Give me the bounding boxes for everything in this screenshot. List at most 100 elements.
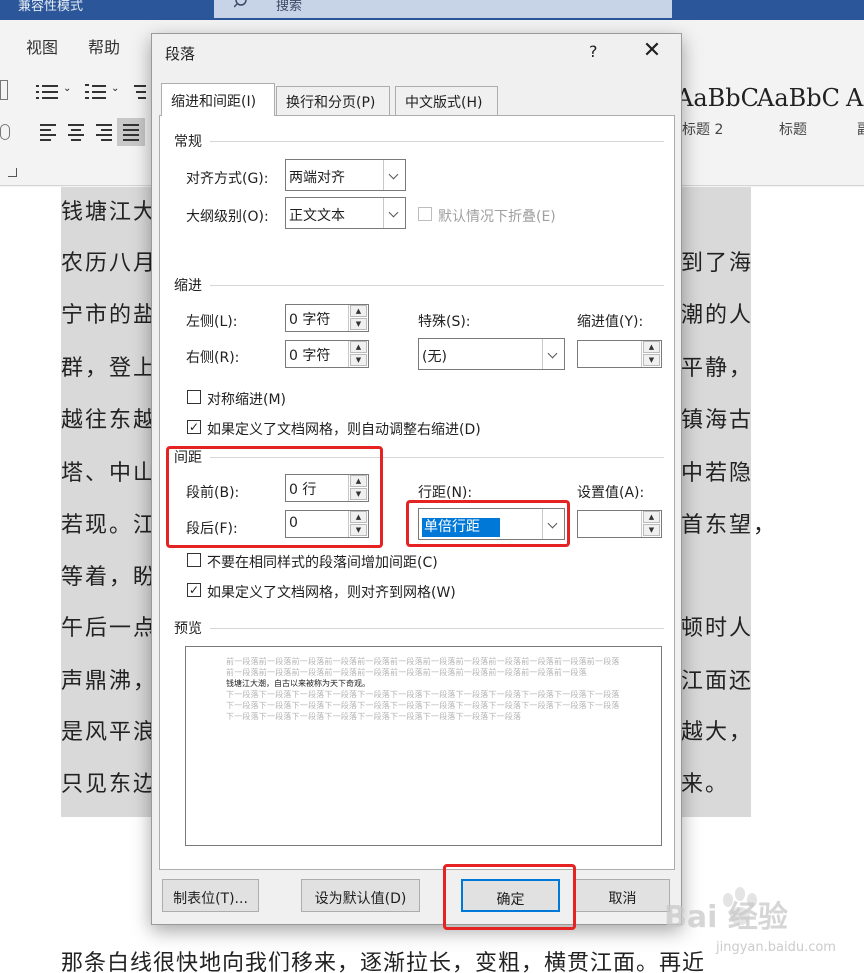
chevron-down-icon[interactable] xyxy=(542,339,564,369)
chevron-down-icon[interactable] xyxy=(383,160,405,190)
watermark-url: jingyan.baidu.com xyxy=(716,940,836,955)
doc-line: 那条白线很快地向我们移来，逐渐拉长，变粗，横贯江面。再近 xyxy=(61,951,706,973)
divider xyxy=(210,285,664,286)
outline-level-value: 正文文本 xyxy=(289,208,345,224)
menu-help[interactable]: 帮助 xyxy=(88,34,120,58)
doc-line: 钱塘江大 xyxy=(61,200,158,225)
doc-line-fragment: 到了海 xyxy=(681,251,754,276)
chevron-down-icon[interactable] xyxy=(383,198,405,228)
spin-down-icon[interactable]: ▼ xyxy=(350,318,367,330)
doc-line-fragment: 潮的人 xyxy=(681,303,754,328)
style-title-label[interactable]: 标题 xyxy=(779,119,807,139)
bullets-icon[interactable] xyxy=(36,82,58,102)
doc-line-fragment: 江面还 xyxy=(681,669,754,694)
watermark-text: Bai 经验 xyxy=(664,900,788,935)
multilevel-list-icon[interactable] xyxy=(130,82,146,102)
menu-view[interactable]: 视图 xyxy=(26,34,58,58)
align-center-icon[interactable] xyxy=(64,122,86,142)
special-indent-label: 特殊(S): xyxy=(418,314,471,330)
doc-line: 只见东边 xyxy=(61,772,158,797)
mirror-indents-checkbox[interactable] xyxy=(187,390,201,404)
special-indent-select[interactable]: (无) xyxy=(418,338,565,370)
doc-line-fragment: 越大， xyxy=(681,720,754,745)
ribbon-clipped-icon-2[interactable] xyxy=(0,124,10,140)
spin-down-icon[interactable]: ▼ xyxy=(643,354,660,366)
auto-adjust-indent-label: 如果定义了文档网格，则自动调整右缩进(D) xyxy=(207,422,481,438)
doc-line: 农历八月 xyxy=(61,251,158,276)
set-as-default-button[interactable]: 设为默认值(D) xyxy=(301,879,420,912)
style-title-sample[interactable]: AaBbC xyxy=(757,84,840,112)
doc-line-fragment: 来。 xyxy=(681,772,730,797)
search-icon xyxy=(234,0,247,8)
divider xyxy=(210,628,664,629)
mirror-indents-label: 对称缩进(M) xyxy=(207,392,287,408)
special-indent-value: (无) xyxy=(422,349,447,365)
doc-line-fragment: 平静， xyxy=(681,356,754,381)
align-left-icon[interactable] xyxy=(36,122,58,142)
annotation-box-ok xyxy=(443,864,576,930)
doc-line: 等着，盼 xyxy=(61,565,158,590)
indent-left-spinner[interactable]: 0 字符 ▲ ▼ xyxy=(285,304,369,332)
alignment-value: 两端对齐 xyxy=(289,170,345,186)
close-icon[interactable]: ✕ xyxy=(640,40,664,64)
no-space-same-style-checkbox[interactable] xyxy=(187,553,201,567)
indent-right-spinner[interactable]: 0 字符 ▲ ▼ xyxy=(285,340,369,368)
tabs-button[interactable]: 制表位(T)... xyxy=(162,879,259,912)
spacing-at-label: 设置值(A): xyxy=(577,485,645,501)
search-box[interactable]: 搜索 xyxy=(214,0,672,18)
justify-icon[interactable] xyxy=(117,118,145,146)
chevron-down-icon[interactable]: ⌄ xyxy=(111,83,119,94)
indent-by-spinner[interactable]: ▲ ▼ xyxy=(577,340,662,368)
tab-line-page-breaks[interactable]: 换行和分页(P) xyxy=(276,86,390,115)
title-bar: 兼容性模式 搜索 xyxy=(0,0,864,20)
indent-left-value: 0 字符 xyxy=(289,312,331,328)
annotation-box-spacing xyxy=(166,446,383,548)
preview-current-paragraph: 钱塘江大潮，自古以来被称为天下奇观。 xyxy=(226,679,370,688)
ribbon-clipped-icon[interactable] xyxy=(0,80,8,100)
indent-right-label: 右侧(R): xyxy=(186,350,240,366)
style-heading2-sample[interactable]: AaBbC xyxy=(676,84,759,112)
collapse-label: 默认情况下折叠(E) xyxy=(438,209,556,225)
spin-up-icon[interactable]: ▲ xyxy=(643,511,660,523)
doc-line: 塔、中山 xyxy=(61,461,158,486)
indent-right-value: 0 字符 xyxy=(289,348,331,364)
snap-to-grid-label: 如果定义了文档网格，则对齐到网格(W) xyxy=(207,585,456,601)
alignment-select[interactable]: 两端对齐 xyxy=(285,159,406,191)
snap-to-grid-checkbox[interactable]: ✓ xyxy=(187,583,201,597)
help-button[interactable]: ? xyxy=(589,42,598,61)
doc-line-fragment: 顿时人 xyxy=(681,616,754,641)
align-right-icon[interactable] xyxy=(92,122,114,142)
divider xyxy=(210,141,664,142)
auto-adjust-indent-checkbox[interactable]: ✓ xyxy=(187,420,201,434)
style-subtitle-sample[interactable]: A xyxy=(846,84,863,112)
doc-line: 宁市的盐 xyxy=(61,303,158,328)
collapse-checkbox[interactable] xyxy=(418,207,432,221)
doc-line: 午后一点 xyxy=(61,616,158,641)
spacing-at-spinner[interactable]: ▲ ▼ xyxy=(577,510,662,538)
preview-next-paragraph: 下一段落下一段落下一段落下一段落下一段落下一段落下一段落下一段落下一段落下一段落… xyxy=(226,690,620,721)
doc-line: 越往东越 xyxy=(61,408,158,433)
indent-by-label: 缩进值(Y): xyxy=(577,314,644,330)
spin-down-icon[interactable]: ▼ xyxy=(350,354,367,366)
spin-up-icon[interactable]: ▲ xyxy=(350,305,367,317)
tab-asian-typography[interactable]: 中文版式(H) xyxy=(395,86,498,115)
spin-down-icon[interactable]: ▼ xyxy=(643,524,660,536)
dialog-title: 段落 xyxy=(165,45,196,63)
paragraph-launcher-icon[interactable] xyxy=(8,168,17,177)
outline-level-select[interactable]: 正文文本 xyxy=(285,197,406,229)
spin-up-icon[interactable]: ▲ xyxy=(643,341,660,353)
doc-line: 是风平浪 xyxy=(61,720,158,745)
indentation-heading: 缩进 xyxy=(174,278,202,294)
spin-up-icon[interactable]: ▲ xyxy=(350,341,367,353)
window-mode-title: 兼容性模式 xyxy=(18,0,84,14)
search-placeholder: 搜索 xyxy=(276,0,303,14)
doc-line: 声鼎沸， xyxy=(61,669,158,694)
tab-indents-spacing[interactable]: 缩进和间距(I) xyxy=(161,83,275,116)
numbering-icon[interactable] xyxy=(84,82,106,102)
style-heading2-label[interactable]: 标题 2 xyxy=(682,119,723,139)
preview-previous-paragraph: 前一段落前一段落前一段落前一段落前一段落前一段落前一段落前一段落前一段落前一段落… xyxy=(226,657,620,677)
cancel-button[interactable]: 取消 xyxy=(575,879,670,912)
chevron-down-icon[interactable]: ⌄ xyxy=(63,83,71,94)
doc-line: 若现。江 xyxy=(61,513,158,538)
style-subtitle-label[interactable]: 副 xyxy=(857,119,864,139)
